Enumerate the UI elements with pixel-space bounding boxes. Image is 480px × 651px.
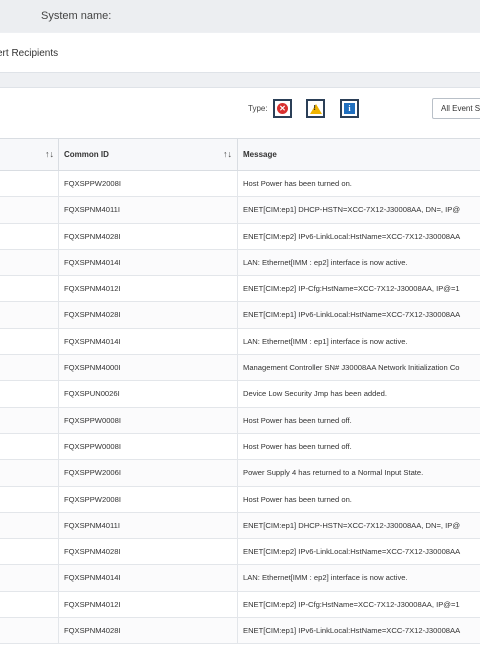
- message-cell: Host Power has been turned off.: [243, 415, 352, 425]
- system-name-label: System name:: [41, 10, 112, 22]
- event-table-body: FQXSPPW2008I Host Power has been turned o…: [0, 171, 480, 645]
- message-cell: LAN: Ethernet[IMM : ep2] interface is no…: [243, 257, 408, 267]
- row-leading-cell: [0, 565, 59, 592]
- warning-filter-button[interactable]: !: [306, 99, 325, 118]
- common-id-cell: FQXSPNM4014I: [58, 249, 238, 276]
- row-leading-cell: [0, 433, 59, 460]
- common-id-cell: FQXSPPW0008I: [58, 433, 238, 460]
- common-id-cell: FQXSPNM4014I: [58, 565, 238, 592]
- common-id-cell: FQXSPPW0008I: [58, 407, 238, 434]
- message-cell: Management Controller SN# J30008AA Netwo…: [243, 363, 460, 373]
- row-leading-cell: [0, 591, 59, 618]
- info-icon: i: [344, 103, 355, 114]
- table-row[interactable]: FQXSPNM4014I LAN: Ethernet[IMM : ep1] int…: [0, 328, 480, 356]
- common-id-cell: FQXSPNM4028I: [58, 618, 238, 645]
- row-leading-cell: [0, 381, 59, 408]
- column-header-common-id[interactable]: Common ID ↑↓: [58, 139, 238, 170]
- row-leading-cell: [0, 276, 59, 303]
- message-cell: Host Power has been turned on.: [243, 494, 352, 504]
- table-row[interactable]: FQXSPNM4028I ENET[CIM:ep1] IPv6-LinkLocal…: [0, 302, 480, 329]
- message-cell: Host Power has been turned off.: [243, 441, 352, 451]
- row-leading-cell: [0, 460, 59, 487]
- common-id-cell: FQXSPPW2008I: [58, 486, 238, 513]
- message-cell: ENET[CIM:ep2] IPv6-LinkLocal:HstName=XCC…: [243, 547, 461, 557]
- row-leading-cell: [0, 618, 59, 645]
- common-id-cell: FQXSPNM4011I: [58, 512, 238, 539]
- message-cell: ENET[CIM:ep2] IPv6-LinkLocal:HstName=XCC…: [243, 231, 461, 241]
- message-cell: ENET[CIM:ep1] IPv6-LinkLocal:HstName=XCC…: [243, 310, 461, 320]
- row-leading-cell: [0, 249, 59, 276]
- message-cell: ENET[CIM:ep2] IP-Cfg:HstName=XCC-7X12-J3…: [243, 599, 460, 609]
- table-row[interactable]: FQXSPUN0026I Device Low Security Jmp has …: [0, 381, 480, 408]
- row-leading-cell: [0, 223, 59, 250]
- message-cell: LAN: Ethernet[IMM : ep1] interface is no…: [243, 336, 408, 346]
- common-id-cell: FQXSPPW2008I: [58, 171, 238, 197]
- column-header-first[interactable]: ↑↓: [0, 139, 59, 170]
- table-row[interactable]: FQXSPPW2006I Power Supply 4 has returned …: [0, 460, 480, 487]
- message-cell: Device Low Security Jmp has been added.: [243, 389, 387, 399]
- table-row[interactable]: FQXSPPW2008I Host Power has been turned o…: [0, 486, 480, 513]
- message-cell: ENET[CIM:ep1] DHCP-HSTN=XCC-7X12-J30008A…: [243, 205, 461, 215]
- error-filter-button[interactable]: ✕: [273, 99, 292, 118]
- table-row[interactable]: FQXSPNM4014I LAN: Ethernet[IMM : ep2] int…: [0, 565, 480, 592]
- row-leading-cell: [0, 171, 59, 197]
- row-leading-cell: [0, 512, 59, 539]
- page-title: ert Recipients: [0, 48, 59, 59]
- common-id-cell: FQXSPNM4028I: [58, 302, 238, 329]
- table-row[interactable]: FQXSPNM4000I Management Controller SN# J3…: [0, 355, 480, 382]
- breadcrumb: ert Recipients: [0, 33, 480, 73]
- row-leading-cell: [0, 486, 59, 513]
- common-id-cell: FQXSPNM4011I: [58, 197, 238, 224]
- common-id-cell: FQXSPPW2006I: [58, 460, 238, 487]
- table-row[interactable]: FQXSPNM4014I LAN: Ethernet[IMM : ep2] int…: [0, 249, 480, 277]
- common-id-cell: FQXSPNM4014I: [58, 328, 238, 355]
- column-header-message[interactable]: Message: [238, 139, 480, 170]
- filter-bar: Type: ✕ ! i All Event S: [0, 88, 480, 132]
- message-cell: Power Supply 4 has returned to a Normal …: [243, 468, 424, 478]
- table-row[interactable]: FQXSPNM4028I ENET[CIM:ep2] IPv6-LinkLocal…: [0, 539, 480, 566]
- table-row[interactable]: FQXSPNM4028I ENET[CIM:ep2] IPv6-LinkLocal…: [0, 223, 480, 250]
- common-id-cell: FQXSPUN0026I: [58, 381, 238, 408]
- row-leading-cell: [0, 197, 59, 224]
- table-row[interactable]: FQXSPNM4012I ENET[CIM:ep2] IP-Cfg:HstName…: [0, 591, 480, 619]
- top-bar: System name:: [0, 0, 480, 32]
- event-source-select[interactable]: All Event S: [432, 98, 480, 119]
- message-cell: ENET[CIM:ep2] IP-Cfg:HstName=XCC-7X12-J3…: [243, 284, 460, 294]
- common-id-cell: FQXSPNM4012I: [58, 591, 238, 618]
- warning-icon: !: [309, 103, 322, 114]
- message-cell: ENET[CIM:ep1] DHCP-HSTN=XCC-7X12-J30008A…: [243, 520, 461, 530]
- table-row[interactable]: FQXSPPW0008I Host Power has been turned o…: [0, 433, 480, 461]
- table-row[interactable]: FQXSPNM4028I ENET[CIM:ep1] IPv6-LinkLocal…: [0, 618, 480, 645]
- table-row[interactable]: FQXSPNM4011I ENET[CIM:ep1] DHCP-HSTN=XCC-…: [0, 512, 480, 540]
- row-leading-cell: [0, 302, 59, 329]
- message-cell: Host Power has been turned on.: [243, 179, 352, 188]
- info-filter-button[interactable]: i: [340, 99, 359, 118]
- message-cell: LAN: Ethernet[IMM : ep2] interface is no…: [243, 573, 408, 583]
- error-icon: ✕: [277, 103, 288, 114]
- message-cell: ENET[CIM:ep1] IPv6-LinkLocal:HstName=XCC…: [243, 626, 461, 636]
- table-row[interactable]: FQXSPPW0008I Host Power has been turned o…: [0, 407, 480, 434]
- table-row[interactable]: FQXSPPW2008I Host Power has been turned o…: [0, 171, 480, 198]
- common-id-cell: FQXSPNM4012I: [58, 276, 238, 303]
- row-leading-cell: [0, 539, 59, 566]
- row-leading-cell: [0, 407, 59, 434]
- row-leading-cell: [0, 328, 59, 355]
- common-id-cell: FQXSPNM4000I: [58, 355, 238, 382]
- table-row[interactable]: FQXSPNM4011I ENET[CIM:ep1] DHCP-HSTN=XCC-…: [0, 197, 480, 224]
- type-filter-label: Type:: [248, 104, 268, 113]
- table-header: ↑↓ Common ID ↑↓ Message: [0, 138, 480, 171]
- sort-icon[interactable]: ↑↓: [223, 139, 232, 170]
- sort-icon[interactable]: ↑↓: [45, 139, 54, 170]
- common-id-cell: FQXSPNM4028I: [58, 539, 238, 566]
- row-leading-cell: [0, 355, 59, 382]
- event-log-panel: Type: ✕ ! i All Event S ↑↓ Common ID ↑↓ …: [0, 87, 480, 651]
- table-row[interactable]: FQXSPNM4012I ENET[CIM:ep2] IP-Cfg:HstName…: [0, 276, 480, 303]
- common-id-cell: FQXSPNM4028I: [58, 223, 238, 250]
